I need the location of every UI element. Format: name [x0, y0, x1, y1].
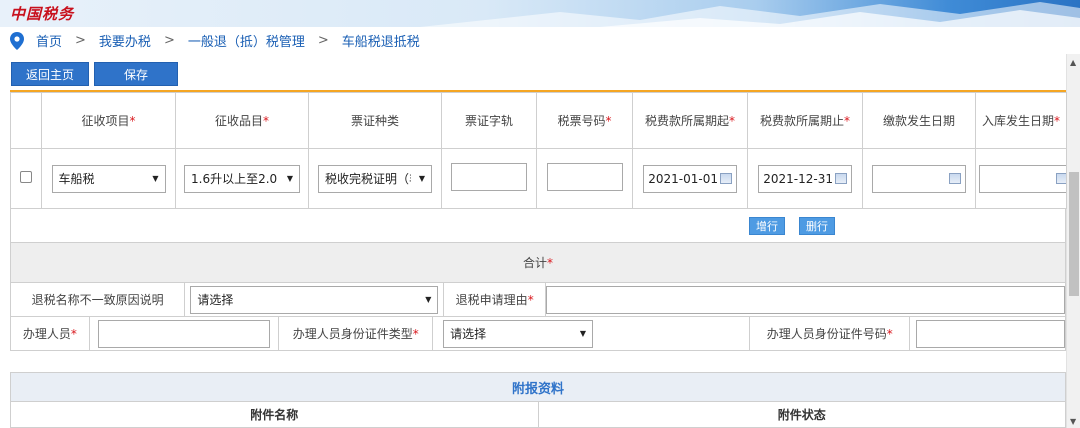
calendar-icon[interactable]	[835, 173, 847, 184]
row-checkbox[interactable]	[20, 171, 32, 183]
breadcrumb-separator: >	[317, 33, 329, 48]
chevron-down-icon: ▼	[425, 295, 432, 304]
levy-category-select[interactable]: 1.6升以上至2.0升▼	[184, 164, 300, 193]
col-levy-category: 征收品目*	[175, 92, 309, 149]
handler-id-type-label: 办理人员身份证件类型 *	[279, 317, 434, 350]
refund-form: 征收项目* 征收品目* 票证种类 票证字轨 税票号码* 税费款所属期起* 税费款…	[10, 90, 1067, 351]
row-actions: 增行 删行	[10, 209, 1066, 243]
handler-id-no-label: 办理人员身份证件号码 *	[750, 317, 911, 350]
delete-row-button[interactable]: 删行	[799, 217, 835, 235]
attachment-name-col: 附件名称	[11, 402, 539, 427]
breadcrumb-refund-management[interactable]: 一般退（抵）税管理	[188, 31, 305, 50]
location-pin-icon	[10, 31, 24, 50]
header-banner: 中国税务	[0, 0, 1080, 27]
col-levy-item: 征收项目*	[41, 92, 176, 149]
col-voucher-type: 票证种类	[308, 92, 442, 149]
payment-date-input[interactable]	[872, 164, 966, 193]
breadcrumb-separator: >	[75, 33, 86, 48]
scroll-down-icon[interactable]: ▼	[1070, 417, 1076, 426]
save-button[interactable]: 保存	[94, 62, 178, 86]
handler-label: 办理人员 *	[11, 317, 90, 350]
breadcrumb-vehicle-tax-refund[interactable]: 车船税退抵税	[342, 31, 420, 50]
attachments-title: 附报资料	[10, 372, 1066, 402]
breadcrumb-my-tax[interactable]: 我要办税	[99, 31, 151, 50]
reason-row: 退税名称不一致原因说明 请选择 ▼ 退税申请理由 *	[10, 283, 1066, 317]
handler-id-no-input[interactable]	[916, 319, 1066, 348]
col-payment-date: 缴款发生日期	[862, 92, 976, 149]
handler-id-type-select[interactable]: 请选择 ▼	[443, 319, 594, 348]
calendar-icon[interactable]	[720, 173, 732, 184]
chevron-down-icon: ▼	[579, 329, 587, 338]
total-label: 合计	[522, 256, 547, 270]
ticket-no-input[interactable]	[546, 163, 623, 191]
col-voucher-track: 票证字轨	[441, 92, 537, 149]
col-storage-date: 入库发生日期*	[975, 92, 1067, 149]
mountain-decoration	[420, 2, 1080, 27]
calendar-icon[interactable]	[1056, 173, 1066, 184]
breadcrumb-separator: >	[163, 33, 175, 48]
name-mismatch-select[interactable]: 请选择 ▼	[190, 285, 439, 314]
chevron-down-icon: ▼	[152, 174, 159, 183]
table-row: 车船税▼ 1.6升以上至2.0升▼ 税收完税证明（非▼ 2021-01-01 2…	[10, 148, 1067, 209]
attachments-section: 附报资料 附件名称 附件状态	[10, 372, 1066, 428]
attachments-header: 附件名称 附件状态	[10, 402, 1066, 428]
vertical-scrollbar[interactable]: ▲ ▼	[1066, 54, 1080, 428]
row-checkbox-cell	[10, 148, 42, 209]
breadcrumb-home[interactable]: 首页	[36, 31, 62, 50]
scroll-up-icon[interactable]: ▲	[1070, 58, 1076, 67]
attachment-status-col: 附件状态	[777, 408, 826, 422]
storage-date-input[interactable]	[979, 164, 1066, 193]
scrollbar-thumb[interactable]	[1069, 172, 1079, 296]
voucher-track-input[interactable]	[451, 163, 527, 191]
period-end-input[interactable]: 2021-12-31	[758, 164, 852, 193]
levy-item-select[interactable]: 车船税 ▼	[51, 164, 166, 193]
period-start-input[interactable]: 2021-01-01	[643, 164, 737, 193]
col-period-start: 税费款所属期起*	[632, 92, 748, 149]
chevron-down-icon: ▼	[286, 174, 293, 183]
table-header-row: 征收项目* 征收品目* 票证种类 票证字轨 税票号码* 税费款所属期起* 税费款…	[10, 92, 1067, 149]
back-home-button[interactable]: 返回主页	[11, 62, 89, 86]
tax-logo: 中国税务	[10, 5, 75, 23]
toolbar: 返回主页 保存	[11, 62, 178, 86]
handler-input[interactable]	[98, 319, 271, 348]
calendar-icon[interactable]	[949, 173, 961, 184]
col-period-end: 税费款所属期止*	[747, 92, 863, 149]
add-row-button[interactable]: 增行	[749, 217, 785, 235]
refund-reason-input[interactable]	[546, 285, 1065, 314]
refund-reason-label: 退税申请理由 *	[444, 283, 546, 316]
breadcrumb: 首页 > 我要办税 > 一般退（抵）税管理 > 车船税退抵税	[0, 27, 1080, 54]
tax-items-table: 征收项目* 征收品目* 票证种类 票证字轨 税票号码* 税费款所属期起* 税费款…	[10, 92, 1067, 209]
handler-row: 办理人员 * 办理人员身份证件类型 * 请选择 ▼ 办理人员身份证件号码 *	[10, 317, 1066, 351]
voucher-type-select[interactable]: 税收完税证明（非▼	[318, 164, 432, 193]
name-mismatch-label: 退税名称不一致原因说明	[11, 283, 186, 316]
header-checkbox-cell	[10, 92, 42, 149]
col-ticket-no: 税票号码*	[536, 92, 633, 149]
chevron-down-icon: ▼	[418, 174, 425, 183]
total-row: 合计 *	[10, 243, 1066, 283]
